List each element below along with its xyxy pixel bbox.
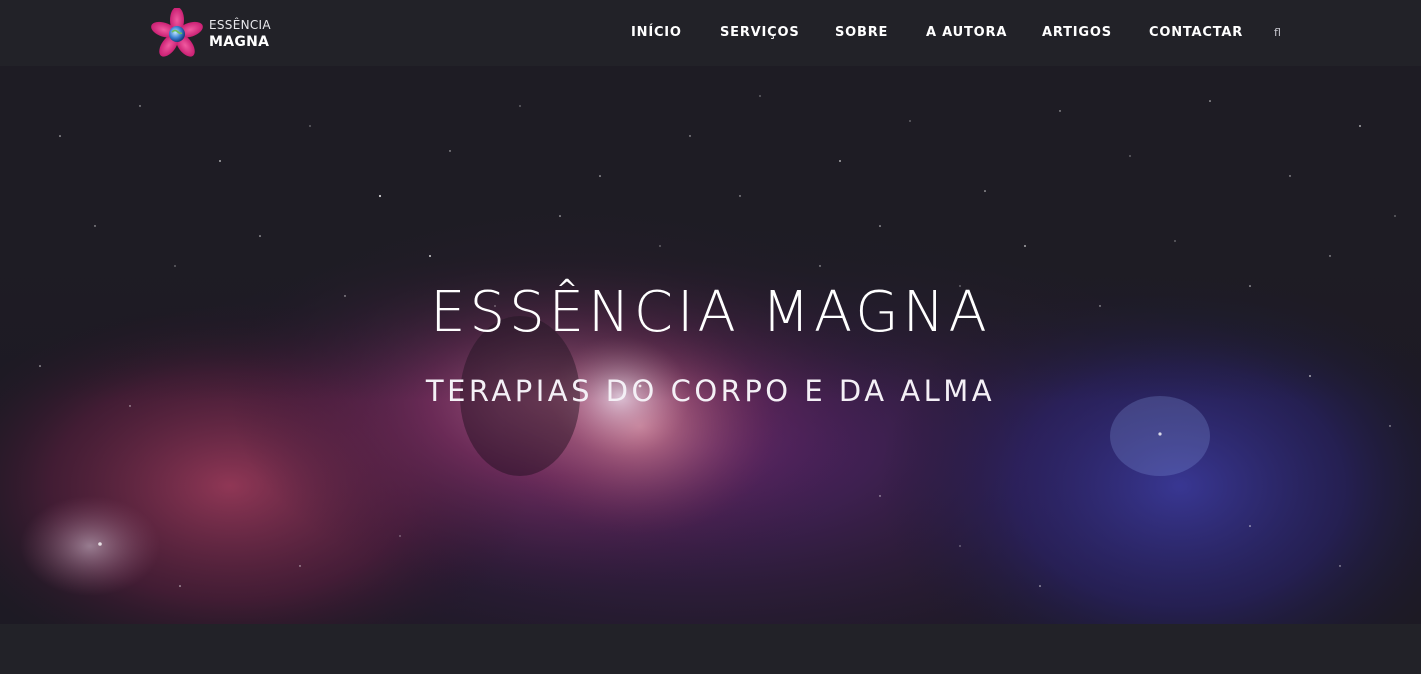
nav-item-contactar[interactable]: CONTACTAR <box>1149 25 1243 40</box>
section-divider-band <box>0 624 1421 674</box>
nav-item-sobre[interactable]: SOBRE <box>835 25 888 40</box>
site-header: ESSÊNCIA MAGNA INÍCIO SERVIÇOS SOBRE A A… <box>0 0 1421 66</box>
logo-text-line2: MAGNA <box>209 34 270 50</box>
nav-item-a-autora[interactable]: A AUTORA <box>926 25 1007 40</box>
nav-item-artigos[interactable]: ARTIGOS <box>1042 25 1112 40</box>
hero-title: ESSÊNCIA MAGNA <box>430 280 991 345</box>
site-logo[interactable]: ESSÊNCIA MAGNA <box>149 8 279 60</box>
nav-item-servicos[interactable]: SERVIÇOS <box>720 25 800 40</box>
hero-banner: ESSÊNCIA MAGNA TERAPIAS DO CORPO E DA AL… <box>0 66 1421 624</box>
logo-text-line1: ESSÊNCIA <box>209 18 271 32</box>
nav-item-inicio[interactable]: INÍCIO <box>631 25 682 40</box>
search-icon[interactable]: fl <box>1274 26 1286 40</box>
lotus-flower-icon <box>151 8 203 57</box>
galaxy-background <box>0 66 1421 624</box>
hero-subtitle: TERAPIAS DO CORPO E DA ALMA <box>425 374 996 408</box>
